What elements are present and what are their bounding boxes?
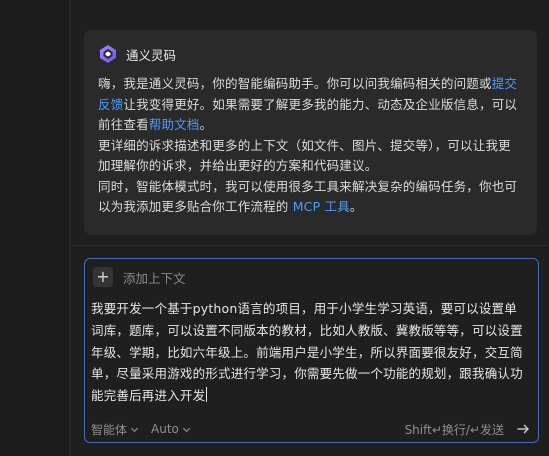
chevron-down-icon: [182, 427, 190, 432]
chat-input-box[interactable]: + 添加上下文 我要开发一个基于python语言的项目，用于小学生学习英语，要可…: [84, 258, 539, 443]
mcp-tools-link[interactable]: MCP 工具: [293, 199, 350, 214]
text-caret: [206, 387, 208, 403]
help-docs-link[interactable]: 帮助文档: [149, 117, 200, 132]
context-tip-paragraph: 更详细的诉求描述和更多的上下文（如文件、图片、提交等），可以让我更加理解你的诉求…: [98, 137, 511, 174]
model-select-value: Auto: [151, 422, 179, 436]
model-select[interactable]: Auto: [151, 422, 191, 436]
chevron-down-icon: [130, 427, 139, 432]
app-window: 通义灵码 嗨，我是通义灵码，你的智能编码助手。你可以问我编码相关的问题或提交反馈…: [0, 0, 549, 456]
message-header: 通义灵码: [98, 44, 523, 64]
intro-text-a: 嗨，我是通义灵码，你的智能编码助手。你可以问我编码相关的问题或: [98, 76, 492, 91]
add-context-button[interactable]: +: [93, 267, 113, 287]
intro-paragraph: 嗨，我是通义灵码，你的智能编码助手。你可以问我编码相关的问题或提交反馈让我变得更…: [98, 74, 523, 136]
mode-select-value: 智能体: [91, 422, 128, 437]
tongyi-lingma-logo-icon: [98, 44, 118, 64]
agent-text-b: 。: [349, 199, 363, 214]
left-sidebar: [0, 0, 70, 456]
prompt-input[interactable]: 我要开发一个基于python语言的项目，用于小学生学习英语，要可以设置单词库，题…: [91, 298, 525, 407]
message-body: 嗨，我是通义灵码，你的智能编码助手。你可以问我编码相关的问题或提交反馈让我变得更…: [98, 74, 523, 218]
divider: [71, 245, 549, 246]
plus-icon: +: [96, 267, 110, 286]
arrow-right-icon: [517, 424, 529, 434]
assistant-welcome-message: 通义灵码 嗨，我是通义灵码，你的智能编码助手。你可以问我编码相关的问题或提交反馈…: [84, 30, 537, 235]
add-context-label[interactable]: 添加上下文: [123, 268, 186, 287]
agent-mode-paragraph: 同时，智能体模式时，我可以使用很多工具来解决复杂的编码任务，你也可以为我添加更多…: [98, 177, 523, 218]
chat-panel: 通义灵码 嗨，我是通义灵码，你的智能编码助手。你可以问我编码相关的问题或提交反馈…: [71, 0, 549, 456]
assistant-name: 通义灵码: [126, 47, 177, 63]
add-context-row: + 添加上下文: [93, 267, 186, 287]
prompt-text: 我要开发一个基于python语言的项目，用于小学生学习英语，要可以设置单词库，题…: [91, 301, 523, 404]
intro-text-c: 。: [199, 117, 213, 132]
send-button[interactable]: [516, 422, 530, 436]
mode-select[interactable]: 智能体: [91, 421, 139, 438]
composer-footer: 智能体 Auto Shift↵换行/↵发送: [91, 421, 530, 437]
shortcut-hint: Shift↵换行/↵发送: [404, 422, 504, 437]
